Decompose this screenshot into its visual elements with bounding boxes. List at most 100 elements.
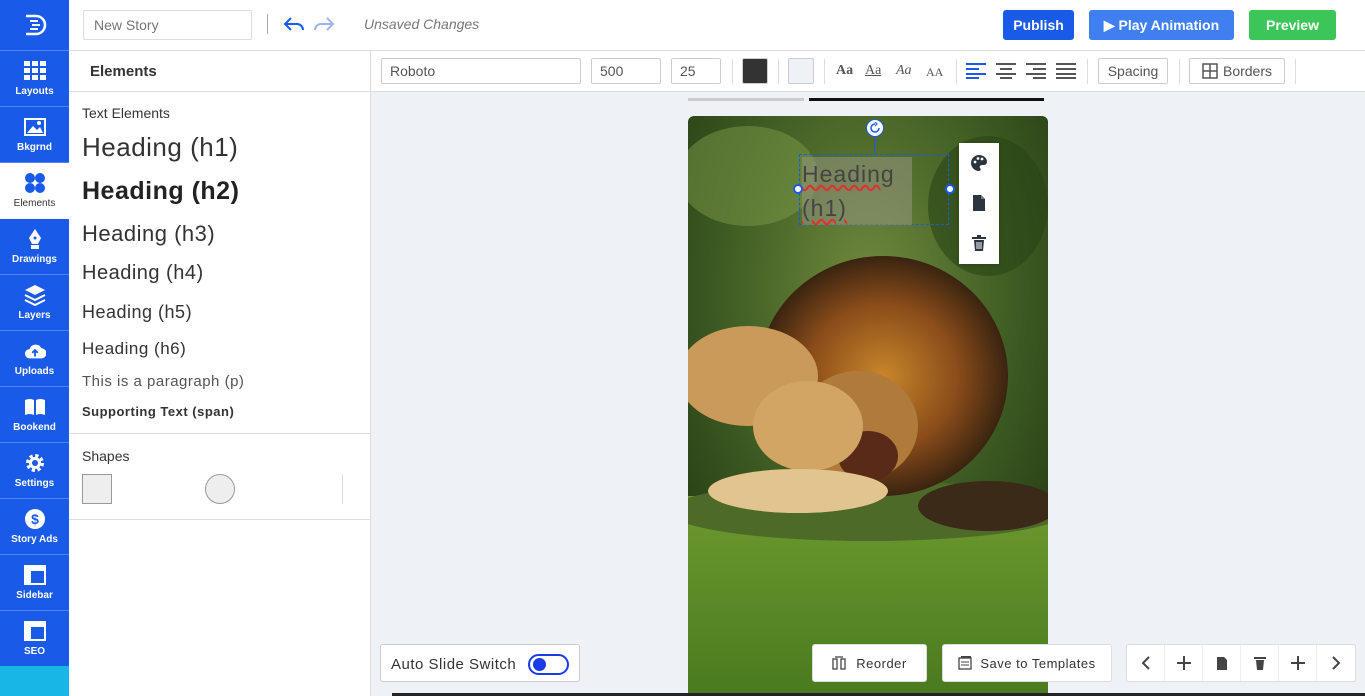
divider [824,59,825,84]
align-center-icon[interactable] [996,63,1016,79]
rail-item-seo[interactable]: SEO [0,611,69,667]
selected-heading-text[interactable]: Heading (h1) [802,157,912,225]
align-right-icon[interactable] [1026,63,1046,79]
rail-label: Layouts [15,86,54,97]
panel-title: Elements [90,63,157,80]
text-case-italic[interactable]: Aa [896,63,912,79]
shape-line[interactable] [342,474,343,504]
rail-item-settings[interactable]: Settings [0,443,69,499]
logo-icon [25,14,46,36]
rail-label: Elements [13,198,56,209]
background-color-swatch[interactable] [788,58,814,84]
font-weight-select[interactable]: 500 [591,58,661,84]
rail-label: Bookend [13,422,56,433]
rail-item-drawings[interactable]: Drawings [0,219,69,275]
next-slide-button[interactable] [1317,645,1355,681]
plus-icon [1290,656,1305,670]
color-palette-button[interactable] [959,143,999,183]
rail-item-layouts[interactable]: Layouts [0,51,69,107]
resize-handle-left[interactable] [793,184,803,194]
element-h6[interactable]: Heading (h6) [82,339,186,359]
heading-word: Heading [802,161,895,187]
auto-slide-toggle[interactable] [528,654,569,675]
element-h1[interactable]: Heading (h1) [82,132,238,163]
duplicate-slide-button[interactable] [1203,645,1241,681]
save-to-templates-button[interactable]: Save to Templates [942,644,1112,682]
text-case-underline[interactable]: Aa [865,63,881,79]
font-family-select[interactable]: Roboto [381,58,581,84]
text-case-upper[interactable]: AA [926,65,943,80]
panel-header: Elements [69,51,371,92]
add-slide-before-button[interactable] [1165,645,1203,681]
heading-word: (h1) [802,195,847,221]
rail-item-sidebar[interactable]: Sidebar [0,555,69,611]
grid-icon [23,60,46,82]
align-left-icon[interactable] [966,63,986,79]
divider [267,14,268,34]
story-slide[interactable]: Heading (h1) [688,116,1048,696]
save-status: Unsaved Changes [364,16,480,32]
element-h2[interactable]: Heading (h2) [82,177,239,206]
element-h3[interactable]: Heading (h3) [82,221,215,247]
story-title-input[interactable] [83,10,252,40]
rotate-connector [874,137,875,154]
preview-button[interactable]: Preview [1249,10,1336,40]
rail-item-bkgrnd[interactable]: Bkgrnd [0,107,69,163]
align-justify-icon[interactable] [1056,63,1076,79]
divider [956,59,957,84]
cloud-upload-icon [24,340,46,362]
rail-label: Bkgrnd [17,142,52,153]
rail-label: Uploads [14,366,55,377]
toggle-knob [533,658,546,671]
rail-item-elements[interactable]: Elements [0,163,69,219]
reorder-button[interactable]: Reorder [812,644,927,682]
chevron-left-icon [1141,656,1150,670]
publish-button[interactable]: Publish [1003,10,1074,40]
divider [732,59,733,84]
font-size-input[interactable]: 25 [671,58,721,84]
play-animation-button[interactable]: ▶ Play Animation [1089,10,1234,40]
shapes-title: Shapes [82,448,130,464]
shapes-icon [24,172,46,194]
template-icon [958,656,973,670]
svg-text:$: $ [31,511,39,527]
element-h4[interactable]: Heading (h4) [82,262,204,285]
copy-icon [1216,656,1227,670]
rail-label: SEO [23,646,46,657]
shape-circle[interactable] [205,474,235,504]
divider [1179,59,1180,84]
auto-slide-label: Auto Slide Switch [391,656,517,673]
element-paragraph[interactable]: This is a paragraph (p) [82,373,244,390]
rotate-handle[interactable] [866,119,884,137]
redo-icon[interactable] [313,15,335,35]
rail-label: Sidebar [16,590,53,601]
pen-icon [24,228,46,250]
add-slide-after-button[interactable] [1279,645,1317,681]
resize-handle-right[interactable] [945,184,955,194]
rail-item-layers[interactable]: Layers [0,275,69,331]
seo-icon [23,620,46,642]
rail-item-bookend[interactable]: Bookend [0,387,69,443]
previous-slide-button[interactable] [1127,645,1165,681]
shape-square[interactable] [82,474,112,504]
text-case-capitalize[interactable]: Aa [836,63,853,79]
element-span[interactable]: Supporting Text (span) [82,404,234,419]
palette-icon [971,155,987,171]
app-logo[interactable] [0,0,69,51]
text-color-swatch[interactable] [742,58,768,84]
slide-progress-bar-active [809,98,1044,101]
undo-icon[interactable] [283,15,305,35]
trash-icon [972,235,986,251]
delete-slide-button[interactable] [1241,645,1279,681]
rail-item-story-ads[interactable]: $ Story Ads [0,499,69,555]
canvas-area: Heading (h1) Auto Slide Switch Reorder S… [371,92,1365,696]
duplicate-button[interactable] [959,183,999,223]
dollar-icon: $ [24,508,46,530]
borders-button[interactable]: Borders [1189,58,1285,84]
element-h5[interactable]: Heading (h5) [82,302,192,323]
rail-item-uploads[interactable]: Uploads [0,331,69,387]
gear-icon [24,452,46,474]
delete-element-button[interactable] [959,223,999,263]
spacing-button[interactable]: Spacing [1098,58,1168,84]
rail-label: Drawings [11,254,57,265]
